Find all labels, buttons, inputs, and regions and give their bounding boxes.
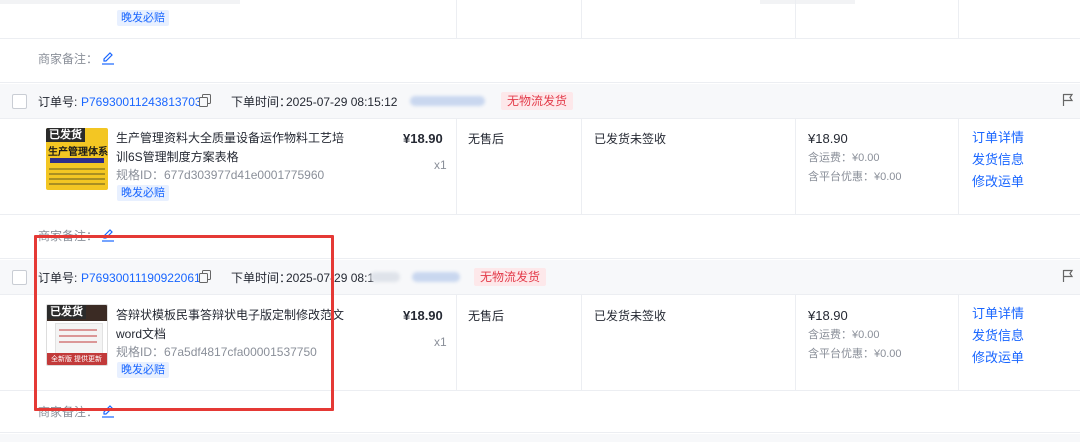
- divider: [581, 0, 582, 38]
- after-sale-status: 无售后: [468, 309, 505, 323]
- late-compensation-tag: 晚发必赔: [117, 10, 169, 26]
- product-thumbnail[interactable]: 已发货 生产管理体系: [46, 128, 108, 190]
- unit-price: ¥18.90: [403, 308, 443, 323]
- order-time: 2025-07-29 08:15:12: [286, 95, 398, 109]
- order-divider: [0, 82, 1080, 83]
- logistics-tag: 无物流发货: [501, 92, 574, 110]
- sku-id: 规格ID：677d303977d41e0001775960: [116, 168, 325, 182]
- order-select-checkbox[interactable]: [12, 270, 27, 285]
- unit-price: ¥18.90: [403, 131, 443, 146]
- shipping-info-link[interactable]: 发货信息: [972, 327, 1024, 345]
- total-amount: ¥18.90: [808, 308, 848, 323]
- top-partial-shade-right: [760, 0, 855, 4]
- row-divider: [0, 38, 1080, 39]
- divider: [456, 0, 457, 38]
- modify-waybill-link[interactable]: 修改运单: [972, 349, 1024, 367]
- total-amount: ¥18.90: [808, 131, 848, 146]
- shipping-status: 已发货未签收: [594, 132, 667, 146]
- quantity: x1: [434, 335, 447, 349]
- late-compensation-tag: 晚发必赔: [117, 185, 169, 201]
- logistics-tag: 无物流发货: [474, 268, 547, 286]
- divider: [958, 0, 959, 38]
- product-title-line2[interactable]: 训6S管理制度方案表格: [116, 149, 239, 165]
- order-number-link[interactable]: P769300112438137031: [81, 94, 208, 110]
- flag-icon[interactable]: [1062, 269, 1074, 283]
- quantity: x1: [434, 158, 447, 172]
- after-sale-status: 无售后: [468, 132, 505, 146]
- divider: [795, 0, 796, 38]
- divider: [581, 118, 582, 214]
- divider: [795, 294, 796, 390]
- modify-waybill-link[interactable]: 修改运单: [972, 173, 1024, 191]
- copy-icon[interactable]: [199, 94, 212, 107]
- flag-icon[interactable]: [1062, 93, 1074, 107]
- blurred-time: [370, 272, 400, 282]
- blurred-user: [410, 96, 485, 106]
- divider: [958, 118, 959, 214]
- divider: [795, 118, 796, 214]
- divider: [581, 294, 582, 390]
- row-divider: [0, 214, 1080, 215]
- shipping-fee: 含运费：¥0.00: [808, 152, 880, 164]
- next-order-header: [0, 434, 1080, 442]
- platform-discount: 含平台优惠：¥0.00: [808, 348, 902, 360]
- divider: [456, 118, 457, 214]
- order-number-label: 订单号:: [38, 95, 78, 109]
- divider: [456, 294, 457, 390]
- divider: [958, 294, 959, 390]
- top-partial-shade: [0, 0, 240, 4]
- order-select-checkbox[interactable]: [12, 94, 27, 109]
- edit-icon[interactable]: [101, 51, 115, 65]
- shipping-status: 已发货未签收: [594, 309, 667, 323]
- shipping-fee: 含运费：¥0.00: [808, 329, 880, 341]
- order-detail-link[interactable]: 订单详情: [972, 129, 1024, 147]
- blurred-user: [412, 272, 460, 282]
- header-divider: [0, 118, 1080, 119]
- product-title-line1[interactable]: 生产管理资料大全质量设备运作物料工艺培: [116, 130, 344, 146]
- platform-discount: 含平台优惠：¥0.00: [808, 171, 902, 183]
- shipping-info-link[interactable]: 发货信息: [972, 151, 1024, 169]
- shipped-badge: 已发货: [46, 128, 85, 142]
- order-detail-link[interactable]: 订单详情: [972, 305, 1024, 323]
- order-divider: [0, 432, 1080, 433]
- merchant-note-label: 商家备注：: [38, 52, 99, 66]
- order-time-label: 下单时间：: [231, 95, 292, 109]
- highlight-box: [34, 235, 334, 411]
- thumbnail-title: 生产管理体系: [48, 147, 108, 158]
